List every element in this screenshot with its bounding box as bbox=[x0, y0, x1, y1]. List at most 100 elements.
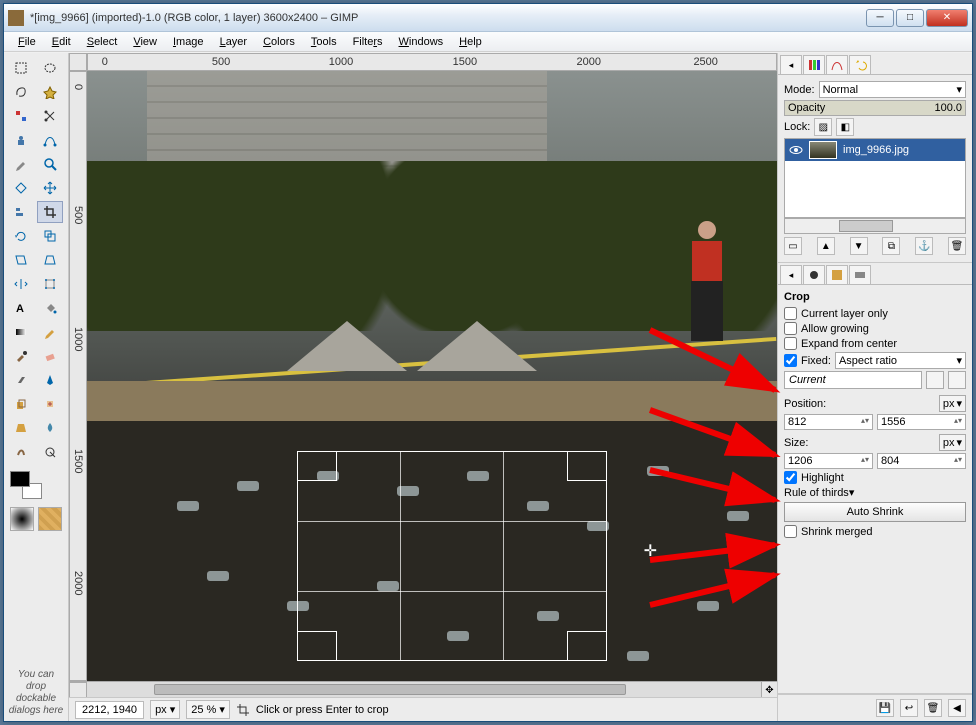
menu-view[interactable]: View bbox=[127, 34, 163, 50]
h-scrollbar[interactable]: ✥ bbox=[69, 681, 777, 697]
shear-tool[interactable] bbox=[8, 249, 34, 271]
pencil-tool[interactable] bbox=[37, 321, 63, 343]
save-options-btn[interactable]: 💾 bbox=[876, 699, 894, 717]
layer-row[interactable]: img_9966.jpg bbox=[785, 139, 965, 161]
crop-handle-tr[interactable] bbox=[567, 451, 607, 481]
scale-tool[interactable] bbox=[37, 225, 63, 247]
free-select-tool[interactable] bbox=[8, 81, 34, 103]
move-tool[interactable] bbox=[37, 177, 63, 199]
mode-select[interactable]: Normal▾ bbox=[819, 81, 966, 98]
cage-tool[interactable] bbox=[37, 273, 63, 295]
rect-select-tool[interactable] bbox=[8, 57, 34, 79]
eraser-tool[interactable] bbox=[37, 345, 63, 367]
highlight-check[interactable]: Highlight bbox=[784, 471, 966, 484]
position-x-input[interactable]: 812▴▾ bbox=[784, 414, 873, 430]
menu-file[interactable]: File bbox=[12, 34, 42, 50]
tool-options-tab[interactable] bbox=[780, 265, 802, 285]
raise-layer-btn[interactable]: ▲ bbox=[817, 237, 835, 255]
by-color-select-tool[interactable] bbox=[8, 105, 34, 127]
dodge-tool[interactable] bbox=[37, 441, 63, 463]
menu-image[interactable]: Image bbox=[167, 34, 210, 50]
crop-tool[interactable] bbox=[37, 201, 63, 223]
layers-tab[interactable] bbox=[780, 55, 802, 75]
new-layer-btn[interactable]: ▭ bbox=[784, 237, 802, 255]
smudge-tool[interactable] bbox=[8, 441, 34, 463]
clone-tool[interactable] bbox=[8, 393, 34, 415]
delete-layer-btn[interactable]: 🗑 bbox=[948, 237, 966, 255]
patterns-tab[interactable] bbox=[826, 265, 848, 285]
delete-options-btn[interactable]: 🗑 bbox=[924, 699, 942, 717]
lock-pixels[interactable]: ▨ bbox=[814, 118, 832, 136]
fixed-mode-select[interactable]: Aspect ratio▾ bbox=[835, 352, 966, 369]
menu-tools[interactable]: Tools bbox=[305, 34, 343, 50]
color-swatches[interactable] bbox=[4, 467, 68, 503]
gradients-tab[interactable] bbox=[849, 265, 871, 285]
perspective-tool[interactable] bbox=[37, 249, 63, 271]
ellipse-select-tool[interactable] bbox=[37, 57, 63, 79]
auto-shrink-button[interactable]: Auto Shrink bbox=[784, 502, 966, 522]
align-tool[interactable] bbox=[8, 201, 34, 223]
scissors-tool[interactable] bbox=[37, 105, 63, 127]
position-unit[interactable]: px▾ bbox=[939, 395, 966, 412]
menu-help[interactable]: Help bbox=[453, 34, 488, 50]
anchor-layer-btn[interactable]: ⚓ bbox=[915, 237, 933, 255]
fixed-check[interactable]: Fixed: bbox=[784, 354, 831, 367]
layer-name[interactable]: img_9966.jpg bbox=[843, 144, 909, 156]
crop-handle-bl[interactable] bbox=[297, 631, 337, 661]
rotate-tool[interactable] bbox=[8, 225, 34, 247]
current-layer-only-check[interactable]: Current layer only bbox=[784, 307, 966, 320]
blend-tool[interactable] bbox=[8, 321, 34, 343]
size-unit[interactable]: px▾ bbox=[939, 434, 966, 451]
paths-tab[interactable] bbox=[826, 55, 848, 75]
ruler-corner[interactable] bbox=[69, 53, 87, 71]
zoom-select[interactable]: 25 % ▾ bbox=[186, 700, 230, 719]
menu-filters[interactable]: Filters bbox=[347, 34, 389, 50]
heal-tool[interactable] bbox=[37, 393, 63, 415]
size-w-input[interactable]: 1206▴▾ bbox=[784, 453, 873, 469]
brushes-tab[interactable] bbox=[803, 265, 825, 285]
eye-icon[interactable] bbox=[789, 143, 803, 157]
menu-windows[interactable]: Windows bbox=[393, 34, 450, 50]
size-h-input[interactable]: 804▴▾ bbox=[877, 453, 966, 469]
color-picker-tool[interactable] bbox=[8, 153, 34, 175]
landscape-btn[interactable] bbox=[948, 371, 966, 389]
reset-options-btn[interactable]: ◀ bbox=[948, 699, 966, 717]
flip-tool[interactable] bbox=[8, 273, 34, 295]
fixed-value-input[interactable]: Current bbox=[784, 371, 922, 389]
menu-edit[interactable]: Edit bbox=[46, 34, 77, 50]
paintbrush-tool[interactable] bbox=[8, 345, 34, 367]
guides-select[interactable]: Rule of thirds▾ bbox=[784, 486, 966, 499]
perspective-clone-tool[interactable] bbox=[8, 417, 34, 439]
crop-handle-tl[interactable] bbox=[297, 451, 337, 481]
unit-select[interactable]: px ▾ bbox=[150, 700, 180, 719]
text-tool[interactable]: A bbox=[8, 297, 34, 319]
zoom-tool[interactable] bbox=[37, 153, 63, 175]
measure-tool[interactable] bbox=[8, 177, 34, 199]
pattern-preview[interactable] bbox=[38, 507, 62, 531]
brush-preview[interactable] bbox=[10, 507, 34, 531]
airbrush-tool[interactable] bbox=[8, 369, 34, 391]
crop-rectangle[interactable] bbox=[297, 451, 607, 661]
opacity-slider[interactable]: Opacity 100.0 bbox=[784, 100, 966, 116]
close-button[interactable]: ✕ bbox=[926, 9, 968, 27]
position-y-input[interactable]: 1556▴▾ bbox=[877, 414, 966, 430]
ink-tool[interactable] bbox=[37, 369, 63, 391]
ruler-vertical[interactable]: 0 500 1000 1500 2000 bbox=[69, 71, 87, 681]
menu-layer[interactable]: Layer bbox=[214, 34, 254, 50]
ruler-horizontal[interactable]: 0 500 1000 1500 2000 2500 bbox=[87, 53, 777, 71]
maximize-button[interactable]: □ bbox=[896, 9, 924, 27]
shrink-merged-check[interactable]: Shrink merged bbox=[784, 525, 966, 538]
bucket-fill-tool[interactable] bbox=[37, 297, 63, 319]
menu-colors[interactable]: Colors bbox=[257, 34, 301, 50]
crop-handle-br[interactable] bbox=[567, 631, 607, 661]
fuzzy-select-tool[interactable] bbox=[37, 81, 63, 103]
minimize-button[interactable]: ─ bbox=[866, 9, 894, 27]
lower-layer-btn[interactable]: ▼ bbox=[850, 237, 868, 255]
blur-tool[interactable] bbox=[37, 417, 63, 439]
expand-center-check[interactable]: Expand from center bbox=[784, 337, 966, 350]
channels-tab[interactable] bbox=[803, 55, 825, 75]
fg-color[interactable] bbox=[10, 471, 30, 487]
layer-hscroll[interactable] bbox=[784, 218, 966, 234]
nav-icon[interactable]: ✥ bbox=[761, 682, 777, 698]
image-viewport[interactable]: ✛ bbox=[87, 71, 777, 681]
